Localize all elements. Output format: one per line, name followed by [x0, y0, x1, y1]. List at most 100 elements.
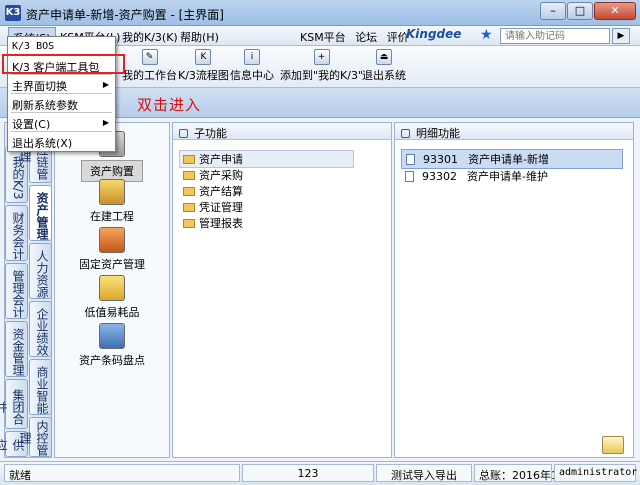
- brand-logo: Kingdee: [406, 27, 462, 41]
- flowchart-icon: K: [195, 49, 212, 65]
- workbench-icon: ✎: [141, 49, 158, 65]
- submenu-arrow-icon: ▶: [102, 80, 109, 89]
- window-title: 资产申请单-新增-资产购置 - [主界面]: [26, 8, 224, 22]
- tab-group-consolidation[interactable]: 集团合并: [0, 379, 28, 429]
- left-tab-strip: 我的K/3 财务会计 管理会计 资金管理 集团合并 供应链 供应链管理 资产管理…: [0, 122, 52, 458]
- info-center-icon: i: [244, 49, 260, 65]
- module-barcode-inventory[interactable]: 资产条码盘点: [55, 323, 169, 368]
- tab-business-intelligence[interactable]: 商业智能: [29, 359, 52, 415]
- submenu-arrow-icon: ▶: [102, 118, 109, 127]
- top-links: KSM平台 论坛 评价: [300, 29, 415, 45]
- link-forum[interactable]: 论坛: [355, 31, 377, 44]
- folder-icon: [183, 219, 195, 228]
- add-favorite-icon: +: [313, 49, 330, 65]
- module-panel: 资产购置 在建工程 固定资产管理 低值易耗品 资产条码盘点: [54, 122, 170, 458]
- close-button[interactable]: ✕: [594, 2, 636, 20]
- module-low-value[interactable]: 低值易耗品: [55, 275, 169, 320]
- app-logo-icon: K3: [5, 5, 21, 21]
- maximize-button[interactable]: □: [567, 2, 593, 20]
- folder-icon: [183, 155, 195, 164]
- tab-management-accounting[interactable]: 管理会计: [5, 263, 28, 319]
- toolbar-add-to-my-k3[interactable]: + 添加到"我的K/3": [280, 49, 363, 83]
- link-ksm[interactable]: KSM平台: [300, 31, 346, 44]
- document-icon: [405, 171, 414, 182]
- toolbar-info-center[interactable]: i 信息中心: [230, 49, 274, 83]
- toolbar-workbench[interactable]: ✎ 我的工作台: [122, 49, 177, 83]
- menu-separator: [11, 112, 112, 113]
- low-value-box-icon: [99, 275, 125, 301]
- status-count: 123: [242, 464, 374, 482]
- detail-code: 93302: [422, 170, 457, 183]
- menu-separator: [11, 93, 112, 94]
- status-bar: 就绪 123 测试导入导出 总账：2016年1期 administrator: [0, 461, 640, 485]
- folder-label: 资产采购: [199, 169, 243, 182]
- subfunction-pane: 子功能 资产申请 资产采购 资产结算 凭证管理 管理报表: [172, 122, 392, 458]
- detail-name: 资产申请单-新增: [468, 153, 549, 166]
- folder-label: 管理报表: [199, 217, 243, 230]
- folder-asset-settlement[interactable]: 资产结算: [183, 183, 243, 199]
- toolbar-add-label: 添加到"我的K/3": [280, 69, 364, 82]
- tab-fund-management[interactable]: 资金管理: [5, 321, 28, 377]
- module-construction-label: 在建工程: [90, 210, 134, 223]
- folder-asset-request[interactable]: 资产申请: [179, 150, 354, 168]
- subfunction-header: 子功能: [173, 123, 391, 140]
- module-fixed-assets[interactable]: 固定资产管理: [55, 227, 169, 272]
- tab-asset-management[interactable]: 资产管理: [29, 185, 52, 241]
- menu-separator: [11, 74, 112, 75]
- window-controls: – □ ✕: [540, 2, 636, 20]
- menu-separator: [11, 131, 112, 132]
- mail-icon[interactable]: [602, 436, 624, 454]
- detail-item-93302[interactable]: 93302 资产申请单-维护: [401, 167, 552, 185]
- menu-help[interactable]: 帮助(H): [180, 29, 219, 45]
- status-ready: 就绪: [4, 464, 240, 482]
- annotation-text: 双击进入: [137, 96, 202, 114]
- menu-my-k3[interactable]: 我的K/3(K): [122, 29, 178, 45]
- construction-icon: [99, 179, 125, 205]
- document-icon: [406, 154, 415, 165]
- module-barcode-inventory-label: 资产条码盘点: [79, 354, 145, 367]
- module-fixed-assets-label: 固定资产管理: [79, 258, 145, 271]
- exit-icon: ⏏: [376, 49, 392, 65]
- menu-item-k3-bos[interactable]: K/3 BOS: [12, 41, 54, 52]
- detail-code: 93301: [423, 153, 458, 166]
- fixed-assets-truck-icon: [99, 227, 125, 253]
- toolbar-flowchart[interactable]: K K/3流程图: [178, 49, 229, 83]
- folder-voucher-management[interactable]: 凭证管理: [183, 199, 243, 215]
- detail-header-label: 明细功能: [416, 127, 460, 140]
- folder-label: 凭证管理: [199, 201, 243, 214]
- minimize-button[interactable]: –: [540, 2, 566, 20]
- status-period: 总账：2016年1期: [474, 464, 569, 482]
- tab-internal-control[interactable]: 内控管理: [18, 417, 52, 457]
- panel-toggle-icon: [401, 129, 410, 138]
- toolbar-exit[interactable]: ⏏ 退出系统: [362, 49, 406, 83]
- folder-icon: [183, 171, 195, 180]
- tab-enterprise-performance[interactable]: 企业绩效: [29, 301, 52, 357]
- toolbar-info-center-label: 信息中心: [230, 69, 274, 82]
- folder-asset-procurement[interactable]: 资产采购: [183, 167, 243, 183]
- help-search-button[interactable]: ▶: [612, 28, 630, 44]
- barcode-device-icon: [99, 323, 125, 349]
- tab-human-resources[interactable]: 人力资源: [29, 243, 52, 299]
- menu-item-settings[interactable]: 设置(C): [12, 116, 50, 132]
- tab-financial-accounting[interactable]: 财务会计: [5, 205, 28, 261]
- menu-item-exit[interactable]: 退出系统(X): [12, 135, 72, 151]
- folder-management-reports[interactable]: 管理报表: [183, 215, 243, 231]
- detail-name: 资产申请单-维护: [467, 170, 548, 183]
- toolbar-flowchart-label: K/3流程图: [178, 69, 229, 82]
- toolbar-workbench-label: 我的工作台: [122, 69, 177, 82]
- toolbar-exit-label: 退出系统: [362, 69, 406, 82]
- menu-item-refresh-params[interactable]: 刷新系统参数: [12, 97, 78, 113]
- status-mode: 测试导入导出: [376, 464, 472, 482]
- detail-header: 明细功能: [395, 123, 633, 140]
- folder-label: 资产申请: [199, 153, 243, 166]
- menu-item-switch-interface[interactable]: 主界面切换: [12, 78, 112, 94]
- folder-icon: [183, 187, 195, 196]
- star-icon: ★: [480, 27, 493, 43]
- detail-item-93301[interactable]: 93301 资产申请单-新增: [401, 149, 623, 169]
- subfunction-header-label: 子功能: [194, 127, 227, 140]
- title-bar: K3 资产申请单-新增-资产购置 - [主界面] – □ ✕: [0, 0, 640, 26]
- help-code-input[interactable]: [500, 28, 610, 44]
- folder-icon: [183, 203, 195, 212]
- panel-toggle-icon: [179, 129, 188, 138]
- module-construction[interactable]: 在建工程: [55, 179, 169, 224]
